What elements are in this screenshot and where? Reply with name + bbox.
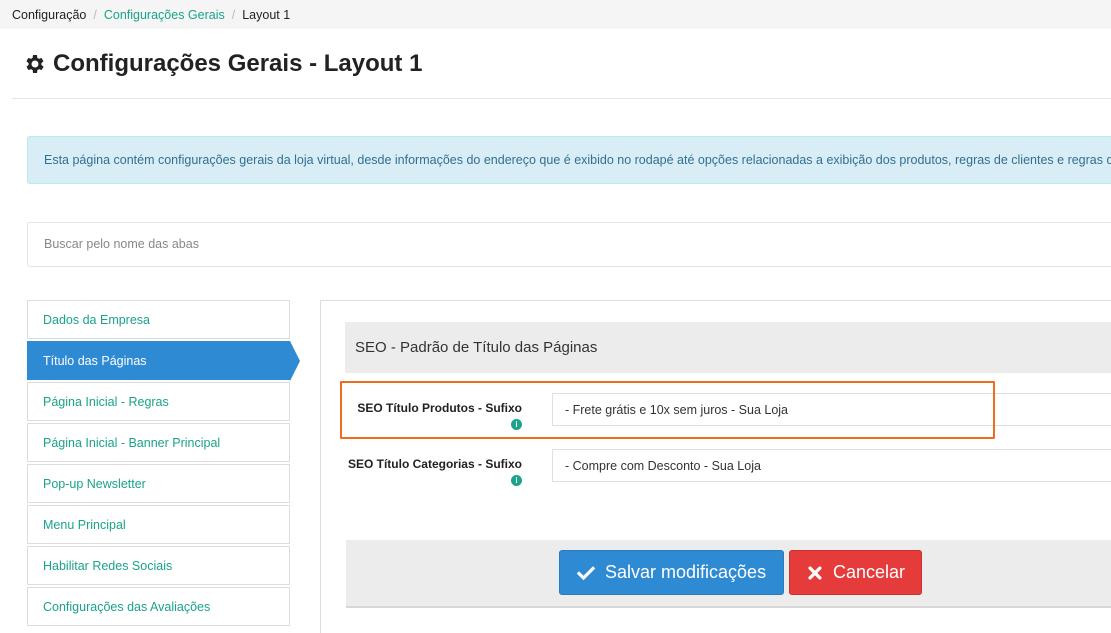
cancel-button-label: Cancelar — [832, 562, 905, 582]
seo-produtos-label-wrap: SEO Título Produtos - Sufixo i — [340, 401, 522, 433]
sidebar-item-redes-sociais[interactable]: Habilitar Redes Sociais — [27, 546, 290, 585]
seo-categorias-label: SEO Título Categorias - Sufixo — [347, 457, 522, 471]
form-actions-bar: Salvar modificações Cancelar — [346, 540, 1111, 608]
breadcrumb-separator: / — [93, 7, 97, 22]
sidebar-item-avaliacoes[interactable]: Configurações das Avaliações — [27, 587, 290, 626]
seo-produtos-label: SEO Título Produtos - Sufixo — [357, 401, 522, 415]
save-button-label: Salvar modificações — [605, 562, 767, 582]
sidebar-item-titulo-paginas[interactable]: Título das Páginas — [27, 341, 300, 381]
check-icon — [576, 565, 596, 580]
page-title-block: Configurações Gerais - Layout 1 — [22, 50, 422, 78]
gear-icon — [26, 55, 44, 73]
info-icon[interactable]: i — [511, 475, 522, 486]
sidebar-item-dados-empresa[interactable]: Dados da Empresa — [27, 300, 290, 339]
breadcrumb-item-configuracao[interactable]: Configuração — [12, 8, 86, 22]
cancel-button[interactable]: Cancelar — [789, 550, 922, 595]
title-divider — [12, 98, 1111, 99]
breadcrumb-item-current: Layout 1 — [242, 7, 291, 22]
sidebar-item-pagina-inicial-regras[interactable]: Página Inicial - Regras — [27, 382, 290, 421]
seo-categorias-suffix-input[interactable] — [552, 449, 1111, 482]
info-alert: Esta página contém configurações gerais … — [27, 136, 1111, 184]
breadcrumb-item-configuracoes-gerais[interactable]: Configurações Gerais — [104, 8, 225, 22]
close-icon — [808, 565, 822, 580]
seo-produtos-suffix-input[interactable] — [552, 393, 1111, 426]
save-button[interactable]: Salvar modificações — [559, 550, 784, 595]
page-title: Configurações Gerais - Layout 1 — [53, 50, 423, 77]
info-icon[interactable]: i — [511, 419, 522, 430]
sidebar-item-popup-newsletter[interactable]: Pop-up Newsletter — [27, 464, 290, 503]
seo-categorias-label-wrap: SEO Título Categorias - Sufixo i — [340, 457, 522, 489]
section-title: SEO - Padrão de Título das Páginas — [345, 322, 1111, 373]
settings-tabs-sidebar: Dados da Empresa Título das Páginas Pági… — [27, 300, 300, 628]
tab-search-box — [27, 222, 1111, 267]
tab-search-input[interactable] — [44, 237, 1110, 251]
sidebar-item-menu-principal[interactable]: Menu Principal — [27, 505, 290, 544]
sidebar-item-banner-principal[interactable]: Página Inicial - Banner Principal — [27, 423, 290, 462]
breadcrumb-separator: / — [231, 7, 236, 22]
breadcrumb: Configuração / Configurações Gerais / La… — [0, 0, 1111, 29]
